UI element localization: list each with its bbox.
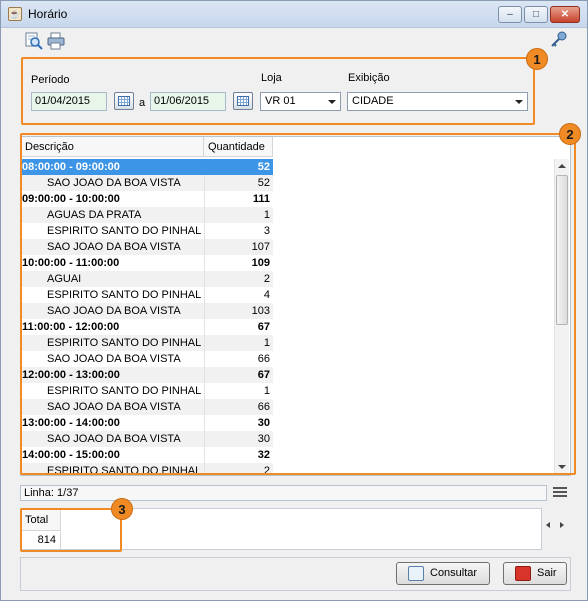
power-icon [515, 566, 531, 581]
maximize-button[interactable]: □ [524, 6, 548, 23]
calendar-icon [118, 96, 130, 106]
calendar-icon [237, 96, 249, 106]
date-from-field[interactable]: 01/04/2015 [31, 92, 107, 111]
row-status: Linha: 1/37 [20, 485, 547, 501]
sair-label: Sair [537, 567, 557, 579]
periodo-label: Período [31, 74, 70, 86]
preview-icon[interactable] [25, 32, 43, 50]
totals-highlight [20, 508, 122, 552]
sair-button[interactable]: Sair [503, 562, 567, 585]
chevron-down-icon [515, 100, 523, 104]
close-button[interactable]: ✕ [550, 6, 580, 23]
window-title: Horário [28, 7, 68, 21]
chevron-down-icon [328, 100, 336, 104]
date-separator: a [139, 97, 146, 109]
date-to-field[interactable]: 01/06/2015 [150, 92, 226, 111]
date-from-calendar-button[interactable] [114, 92, 134, 110]
title-bar: ☕ Horário – □ ✕ [1, 1, 587, 28]
table-highlight [20, 133, 576, 475]
exibicao-label: Exibição [348, 72, 390, 84]
consultar-button[interactable]: Consultar [396, 562, 490, 585]
exibicao-select[interactable]: CIDADE [347, 92, 528, 111]
scroll-right-icon[interactable] [560, 522, 564, 528]
menu-icon[interactable] [553, 487, 567, 499]
consultar-label: Consultar [430, 567, 478, 579]
key-icon[interactable] [550, 31, 568, 49]
filter-panel [21, 57, 535, 125]
horario-window: ☕ Horário – □ ✕ 1 Período 01/04/2015 a 0… [0, 0, 588, 601]
date-to-calendar-button[interactable] [233, 92, 253, 110]
callout-badge-1: 1 [526, 48, 548, 70]
callout-badge-2: 2 [559, 123, 581, 145]
callout-badge-3: 3 [111, 498, 133, 520]
app-icon: ☕ [8, 7, 22, 21]
loja-select-value: VR 01 [265, 95, 296, 107]
minimize-button[interactable]: – [498, 6, 522, 23]
loja-label: Loja [261, 72, 282, 84]
scroll-left-icon[interactable] [546, 522, 550, 528]
search-icon [408, 566, 424, 581]
print-icon[interactable] [47, 32, 65, 50]
loja-select[interactable]: VR 01 [260, 92, 341, 111]
exibicao-select-value: CIDADE [352, 95, 394, 107]
